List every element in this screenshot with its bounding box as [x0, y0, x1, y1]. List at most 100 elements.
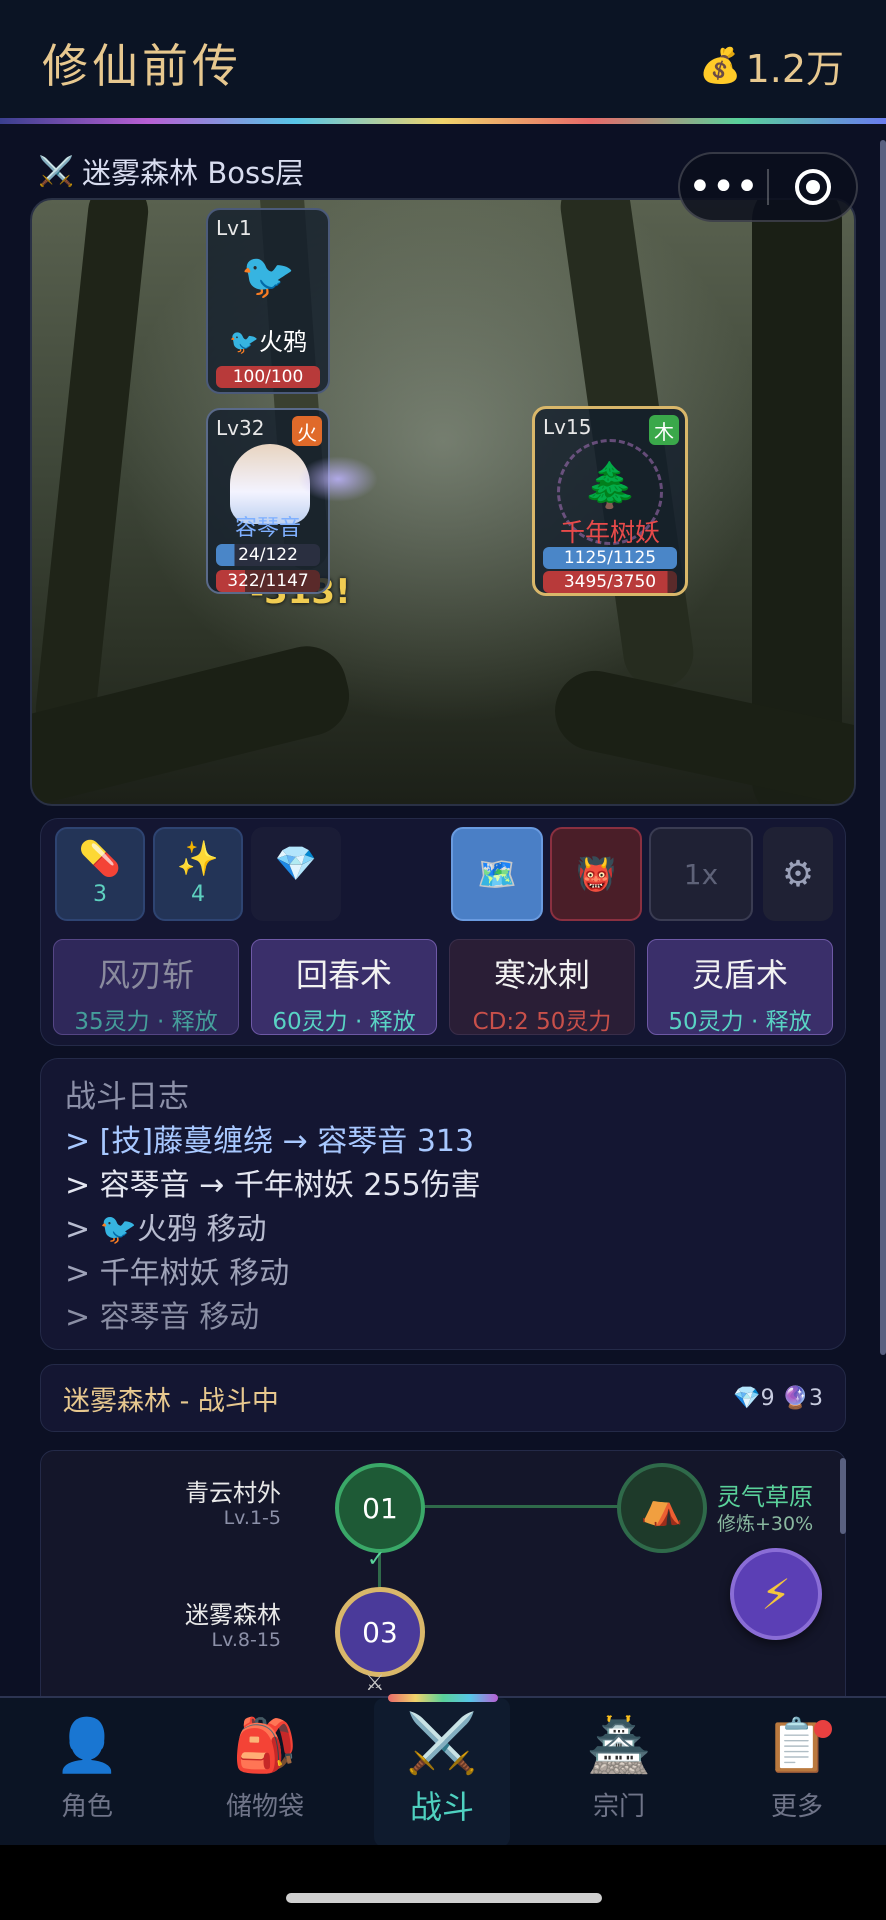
- tree-trunk: [32, 200, 152, 742]
- stage-label: ⚔️ 迷雾森林 Boss层: [38, 150, 304, 192]
- speed-button[interactable]: 1x: [649, 827, 753, 921]
- gear-icon: ⚙: [781, 853, 815, 895]
- nav-label: 宗门: [592, 1792, 645, 1822]
- skill-button-wind-blade[interactable]: 风刃斩 35灵力 · 释放: [53, 939, 239, 1035]
- battle-log-title: 战斗日志: [65, 1079, 189, 1115]
- nav-label: 角色: [60, 1792, 113, 1822]
- skill-button-ice-spike[interactable]: 寒冰刺 CD:2 50灵力: [449, 939, 635, 1035]
- demon-mask-icon: 👹: [576, 855, 616, 893]
- skill-cost: 35灵力 · 释放: [74, 1009, 218, 1035]
- game-screen: 修仙前传 💰 1.2万 ⚔️ 迷雾森林 Boss层 Lv1 🐦 🐦火鸦 100/…: [0, 0, 886, 1845]
- log-line: > 🐦火鸦 移动: [65, 1212, 267, 1247]
- skill-cost: 50灵力 · 释放: [668, 1009, 812, 1035]
- more-dots-icon[interactable]: •••: [680, 167, 767, 207]
- resource-counters: 💎9 🔮3: [733, 1386, 823, 1411]
- map-icon: 🗺️: [477, 855, 517, 893]
- header: 修仙前传 💰 1.2万: [0, 0, 886, 120]
- active-tab-indicator: [388, 1694, 498, 1702]
- nav-item-sect[interactable]: 🏯 宗门: [554, 1698, 684, 1845]
- pet-hp-bar: 100/100: [216, 366, 320, 388]
- skill-button-rejuvenate[interactable]: 回春术 60灵力 · 释放: [251, 939, 437, 1035]
- map-button[interactable]: 🗺️: [451, 827, 543, 921]
- hero-hp-bar: 322/1147: [216, 570, 320, 592]
- nav-label: 储物袋: [225, 1792, 304, 1822]
- hero-level: Lv32: [216, 416, 265, 440]
- swords-icon: ⚔️: [405, 1709, 479, 1777]
- log-line: > [技]藤蔓缠绕 → 容琴音 313: [65, 1124, 475, 1159]
- boss-button[interactable]: 👹: [550, 827, 642, 921]
- map-scrollbar[interactable]: [840, 1458, 846, 1534]
- pill-count: 3: [93, 881, 107, 907]
- page-scrollbar[interactable]: [880, 140, 886, 1355]
- status-text: 迷雾森林 - 战斗中: [63, 1385, 279, 1417]
- log-line: > 容琴音 → 千年树妖 255伤害: [65, 1168, 481, 1203]
- camp-icon: ⛺: [640, 1488, 684, 1528]
- map-node-01[interactable]: 01: [335, 1463, 425, 1553]
- quick-action-button[interactable]: ⚡: [730, 1548, 822, 1640]
- boss-mp-bar: 1125/1125: [543, 547, 677, 569]
- map-node-special[interactable]: ⛺: [617, 1463, 707, 1553]
- battle-scene: Lv1 🐦 🐦火鸦 100/100 -313! Lv32 火 容琴音 24/12…: [30, 198, 856, 806]
- bottom-nav: 👤 角色 🎒 储物袋 ⚔️ 战斗 🏯 宗门 📋 更多: [0, 1696, 886, 1845]
- gold-amount: 1.2万: [745, 47, 844, 91]
- status-bar: 迷雾森林 - 战斗中 💎9 🔮3: [40, 1364, 846, 1432]
- hero-card[interactable]: Lv32 火 容琴音 24/122 322/1147: [206, 408, 378, 594]
- skill-name: 回春术: [295, 956, 392, 994]
- nav-item-more[interactable]: 📋 更多: [732, 1698, 862, 1845]
- sword-qi-effect: [298, 456, 378, 502]
- special-node-name: 灵气草原: [717, 1483, 813, 1511]
- special-node-bonus: 修炼+30%: [717, 1513, 814, 1535]
- nav-item-bag[interactable]: 🎒 储物袋: [200, 1698, 330, 1845]
- nav-item-character[interactable]: 👤 角色: [22, 1698, 152, 1845]
- pill-item-button[interactable]: 💊 3: [55, 827, 145, 921]
- crow-icon: 🐦: [240, 251, 296, 302]
- notification-dot: [814, 1720, 832, 1738]
- diamond-icon: 💎: [274, 844, 318, 884]
- close-target-icon[interactable]: [769, 169, 856, 205]
- miniprogram-capsule: •••: [678, 152, 858, 222]
- pet-level: Lv1: [216, 216, 252, 240]
- battle-log[interactable]: 战斗日志 > [技]藤蔓缠绕 → 容琴音 313 > 容琴音 → 千年树妖 25…: [40, 1058, 846, 1350]
- gem-item-button[interactable]: 💎: [251, 827, 341, 921]
- boss-card[interactable]: Lv15 木 🌲 千年树妖 1125/1125 3495/3750: [532, 406, 688, 596]
- crossed-swords-icon: ⚔️: [38, 153, 75, 188]
- nav-item-battle[interactable]: ⚔️ 战斗: [374, 1698, 510, 1845]
- money-bag-icon: 💰: [699, 45, 742, 86]
- skill-cost: CD:2 50灵力: [472, 1009, 612, 1035]
- gem-count: 9: [760, 1385, 775, 1411]
- map-node-03[interactable]: 03: [335, 1587, 425, 1677]
- skill-name: 寒冰刺: [493, 956, 590, 994]
- skill-cost: 60灵力 · 释放: [272, 1009, 416, 1035]
- boss-hp-bar: 3495/3750: [543, 571, 677, 593]
- hero-name: 容琴音: [234, 516, 301, 541]
- sparkle-count: 4: [191, 881, 205, 907]
- sparkle-icon: ✨: [176, 838, 220, 879]
- nav-label: 更多: [770, 1792, 823, 1822]
- game-title: 修仙前传: [42, 39, 242, 93]
- sparkle-item-button[interactable]: ✨ 4: [153, 827, 243, 921]
- hero-mp-bar: 24/122: [216, 544, 320, 566]
- map-node-label: 青云村外: [185, 1479, 281, 1507]
- header-divider: [0, 118, 886, 124]
- check-icon: ✓: [367, 1547, 386, 1572]
- gold-display: 💰 1.2万: [699, 38, 844, 93]
- hero-element-badge: 火: [292, 416, 322, 446]
- tree-icon: 🌲: [582, 460, 638, 511]
- crystal-ball-icon: 🔮: [781, 1385, 809, 1411]
- pet-card[interactable]: Lv1 🐦 🐦火鸦 100/100: [206, 208, 330, 394]
- diamond-icon: 💎: [733, 1385, 761, 1411]
- lightning-icon: ⚡: [761, 1569, 791, 1619]
- character-icon: 👤: [54, 1716, 120, 1776]
- skill-name: 风刃斩: [97, 956, 194, 994]
- settings-button[interactable]: ⚙: [763, 827, 833, 921]
- map-node-range: Lv.8-15: [211, 1629, 281, 1651]
- bag-icon: 🎒: [232, 1716, 298, 1776]
- map-node-range: Lv.1-5: [223, 1507, 281, 1529]
- log-line: > 千年树妖 移动: [65, 1256, 290, 1291]
- boss-level: Lv15: [543, 415, 592, 439]
- home-indicator[interactable]: [286, 1893, 602, 1903]
- skill-button-spirit-shield[interactable]: 灵盾术 50灵力 · 释放: [647, 939, 833, 1035]
- crossed-swords-icon: ⚔: [365, 1671, 385, 1696]
- stage-name: 迷雾森林 Boss层: [82, 156, 305, 190]
- control-panel: 💊 3 ✨ 4 💎 🗺️ 👹 1x ⚙ 风刃斩 35灵力 · 释放 回春术 60…: [40, 818, 846, 1046]
